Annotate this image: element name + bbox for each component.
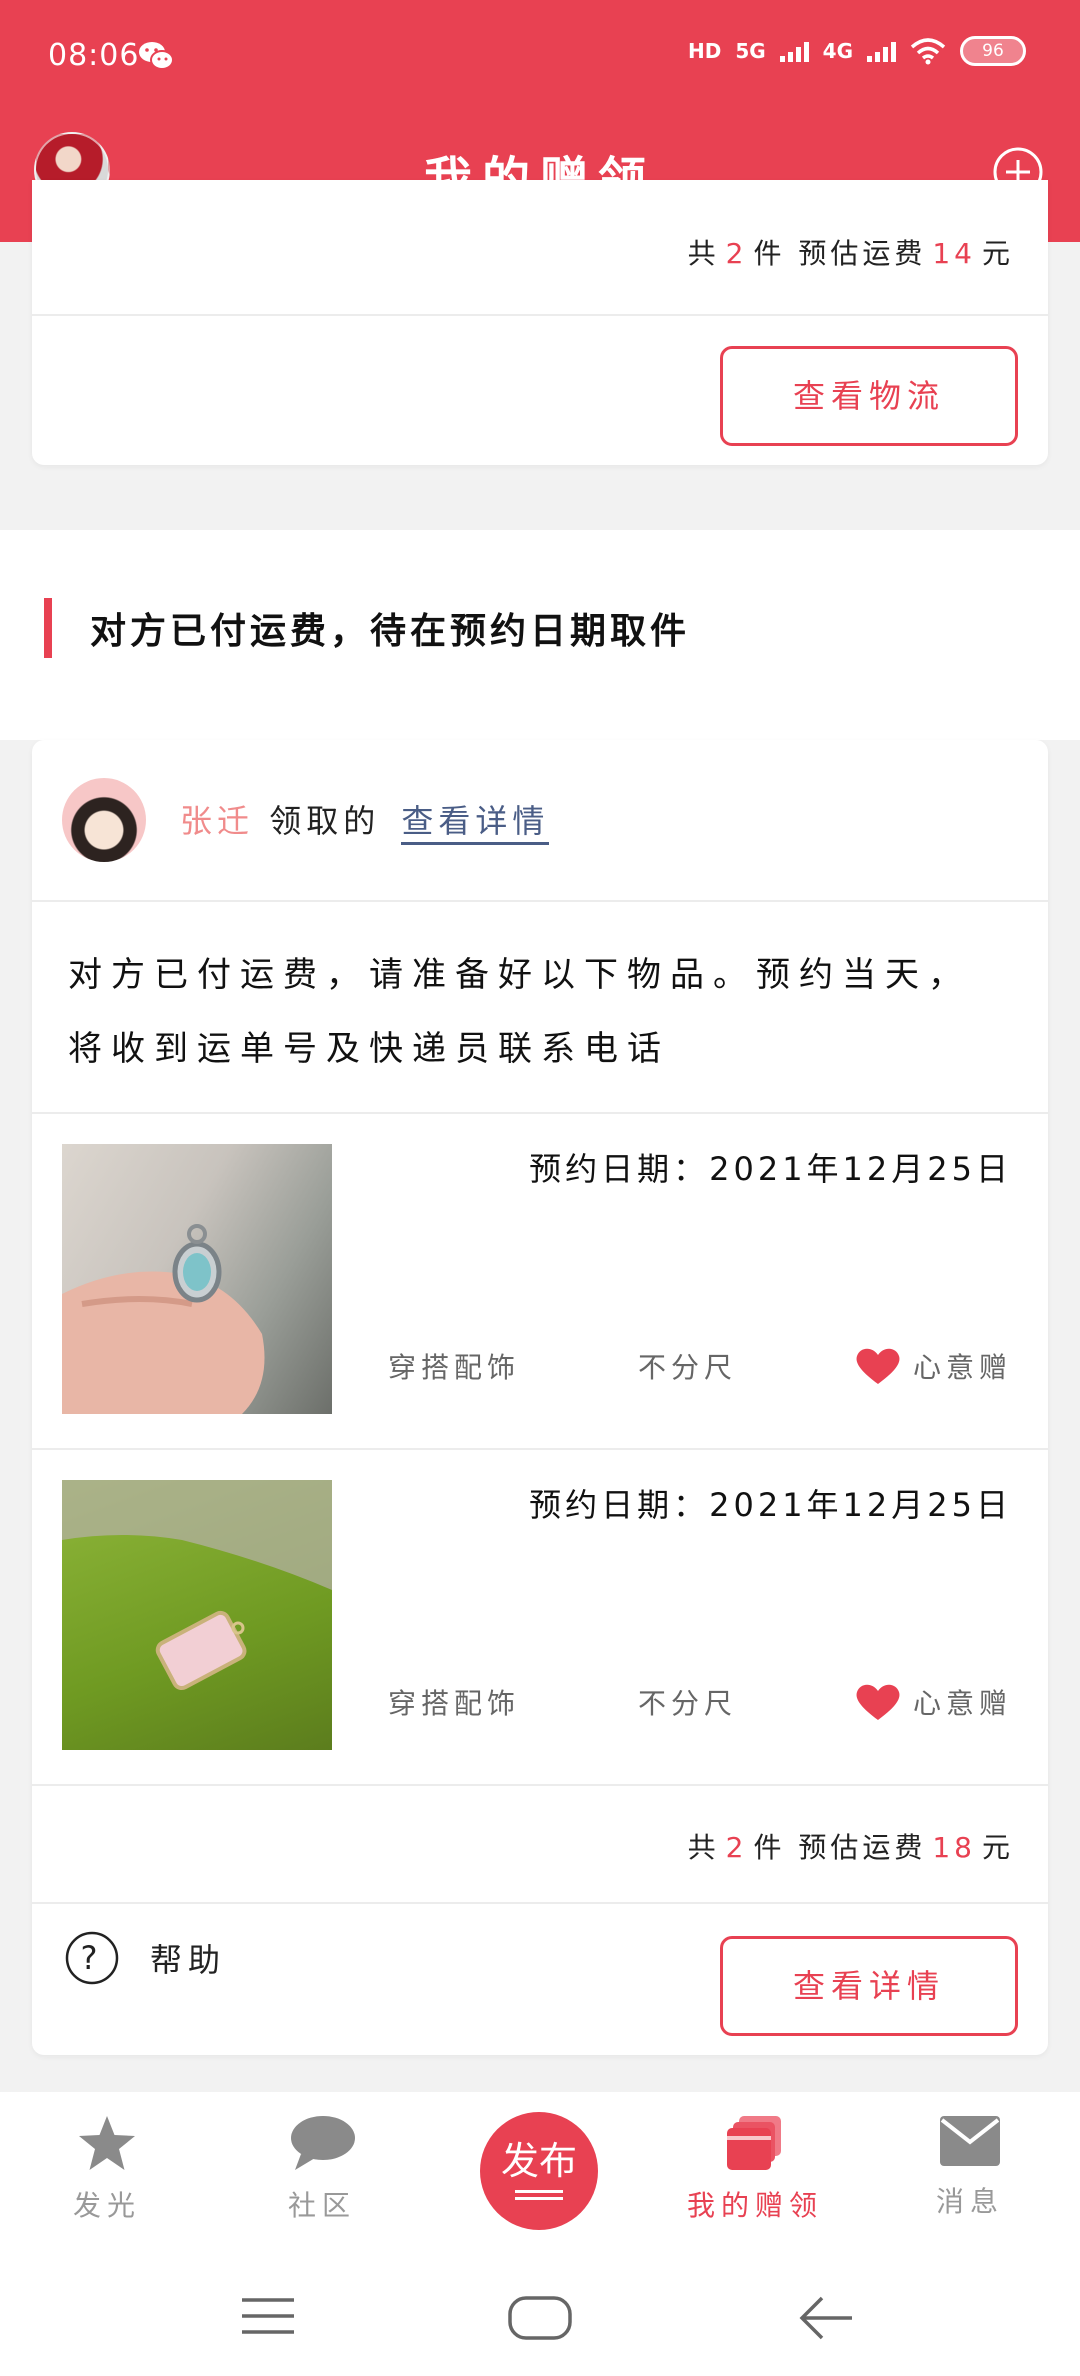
order-summary: 共2件 预估运费 14 元 bbox=[688, 232, 1014, 272]
tab-label: 我的赠领 bbox=[686, 2189, 823, 2222]
date-label: 预约日期： bbox=[529, 1486, 710, 1524]
list-item[interactable]: 预约日期：2021年12月25日 穿搭配饰 不分尺 心意赠 bbox=[32, 1450, 1048, 1784]
summary-middle: 件 预估运费 bbox=[753, 1831, 927, 1864]
tab-label: 消息 bbox=[935, 2185, 1004, 2218]
wechat-icon bbox=[139, 42, 174, 70]
summary-unit: 元 bbox=[981, 1831, 1014, 1864]
gift-box-icon bbox=[727, 2116, 781, 2170]
pendant-in-hand-image bbox=[62, 1224, 265, 1414]
divider bbox=[32, 900, 1048, 902]
status-bar: 08:06 HD 5G 4G 96 bbox=[0, 0, 1080, 120]
status-indicators: HD 5G 4G 96 bbox=[688, 36, 1026, 66]
summary-prefix: 共 bbox=[687, 1831, 720, 1864]
wifi-icon bbox=[910, 38, 946, 65]
gift-type-label: 心意赠 bbox=[912, 1351, 1012, 1384]
5g-indicator: 5G bbox=[735, 39, 766, 63]
pendant-on-green-image bbox=[62, 1480, 332, 1691]
section-header: 对方已付运费，待在预约日期取件 bbox=[0, 530, 1080, 740]
divider bbox=[32, 1784, 1048, 1786]
summary-middle: 件 预估运费 bbox=[753, 237, 927, 270]
item-photo[interactable] bbox=[62, 1144, 332, 1414]
system-nav-bar bbox=[0, 2260, 1080, 2376]
summary-unit: 元 bbox=[981, 237, 1014, 270]
summary-prefix: 共 bbox=[687, 237, 720, 270]
tab-label: 发光 bbox=[72, 2189, 141, 2222]
summary-fee: 18 bbox=[932, 1831, 976, 1864]
summary-count: 2 bbox=[725, 1831, 748, 1864]
view-details-link[interactable]: 查看详情 bbox=[401, 802, 550, 845]
item-category: 穿搭配饰 bbox=[388, 1687, 521, 1720]
heart-icon bbox=[856, 1348, 900, 1384]
item-size: 不分尺 bbox=[638, 1687, 738, 1720]
divider bbox=[32, 314, 1048, 316]
tab-community[interactable]: 社区 bbox=[247, 2114, 397, 2224]
hd-indicator: HD bbox=[687, 39, 722, 63]
publish-button[interactable]: 发布 bbox=[480, 2112, 598, 2230]
order-summary: 共2件 预估运费 18 元 bbox=[688, 1826, 1014, 1866]
heart-icon bbox=[856, 1684, 900, 1720]
chat-bubble-icon bbox=[291, 2116, 355, 2170]
status-time: 08:06 bbox=[48, 38, 140, 73]
tab-my-gifts[interactable]: 我的赠领 bbox=[680, 2114, 830, 2224]
giver-action: 领取的 bbox=[269, 802, 381, 840]
back-icon[interactable] bbox=[798, 2296, 854, 2340]
notice-text: 对方已付运费，请准备好以下物品。预约当天，将收到运单号及快递员联系电话 bbox=[68, 955, 971, 1069]
section-accent-bar bbox=[44, 598, 52, 658]
question-circle-icon: ? bbox=[65, 1931, 119, 1985]
giver-line: 张迁 领取的 查看详情 bbox=[180, 796, 550, 845]
item-size: 不分尺 bbox=[638, 1351, 738, 1384]
giver-avatar[interactable] bbox=[62, 778, 146, 862]
summary-fee: 14 bbox=[932, 237, 976, 270]
envelope-icon bbox=[940, 2116, 1000, 2166]
battery-indicator: 96 bbox=[960, 36, 1026, 66]
4g-indicator: 4G bbox=[822, 39, 853, 63]
item-gift-type: 心意赠 bbox=[855, 1346, 1012, 1386]
publish-icon bbox=[515, 2190, 563, 2200]
view-logistics-button[interactable]: 查看物流 bbox=[720, 346, 1018, 446]
date-value: 2021年12月25日 bbox=[709, 1150, 1012, 1188]
signal-4g-icon bbox=[867, 40, 896, 62]
giver-name[interactable]: 张迁 bbox=[180, 802, 254, 840]
item-photo[interactable] bbox=[62, 1480, 332, 1750]
order-card-previous: 共2件 预估运费 14 元 查看物流 bbox=[32, 180, 1048, 465]
divider bbox=[32, 1902, 1048, 1904]
tab-shine[interactable]: 发光 bbox=[32, 2114, 182, 2224]
tab-label: 社区 bbox=[287, 2189, 356, 2222]
signal-5g-icon bbox=[779, 40, 809, 62]
bottom-tab-bar: 发光 社区 发布 我的赠领 消息 bbox=[0, 2092, 1080, 2260]
view-details-button[interactable]: 查看详情 bbox=[720, 1936, 1018, 2036]
item-category: 穿搭配饰 bbox=[388, 1351, 521, 1384]
appointment-date: 预约日期：2021年12月25日 bbox=[529, 1480, 1012, 1526]
section-title: 对方已付运费，待在预约日期取件 bbox=[90, 611, 691, 652]
svg-text:?: ? bbox=[81, 1939, 104, 1977]
tab-messages[interactable]: 消息 bbox=[895, 2114, 1045, 2220]
menu-icon[interactable] bbox=[240, 2296, 296, 2336]
gift-type-label: 心意赠 bbox=[912, 1687, 1012, 1720]
date-value: 2021年12月25日 bbox=[709, 1486, 1012, 1524]
item-gift-type: 心意赠 bbox=[855, 1682, 1012, 1722]
help-label: 帮助 bbox=[150, 1941, 227, 1979]
publish-label: 发布 bbox=[500, 2139, 577, 2183]
home-icon[interactable] bbox=[508, 2296, 572, 2340]
star-icon bbox=[79, 2116, 135, 2170]
date-label: 预约日期： bbox=[529, 1150, 710, 1188]
list-item[interactable]: 预约日期：2021年12月25日 穿搭配饰 不分尺 心意赠 bbox=[32, 1114, 1048, 1448]
appointment-date: 预约日期：2021年12月25日 bbox=[529, 1144, 1012, 1190]
summary-count: 2 bbox=[725, 237, 748, 270]
order-card: 张迁 领取的 查看详情 对方已付运费，请准备好以下物品。预约当天，将收到运单号及… bbox=[32, 740, 1048, 2055]
help-button[interactable]: ? 帮助 bbox=[64, 1930, 226, 1986]
